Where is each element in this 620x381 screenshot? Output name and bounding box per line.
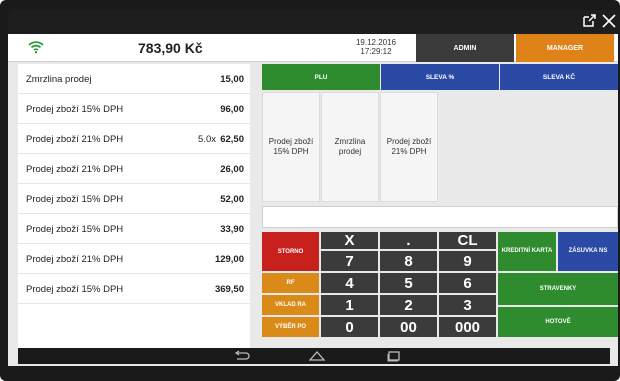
- key-7[interactable]: 7: [321, 251, 378, 271]
- external-link-icon[interactable]: [582, 14, 596, 28]
- receipt-row[interactable]: Prodej zboží 21% DPH 26,00: [18, 154, 250, 184]
- key-00[interactable]: 00: [380, 317, 437, 337]
- key-0[interactable]: 0: [321, 317, 378, 337]
- android-navbar: [18, 348, 610, 364]
- item-price: 26,00: [220, 164, 244, 175]
- stravenky-button[interactable]: STRAVENKY: [498, 273, 618, 305]
- key-9[interactable]: 9: [439, 251, 496, 271]
- key-3[interactable]: 3: [439, 295, 496, 315]
- sleva-kc-tab[interactable]: SLEVA KČ: [500, 64, 618, 90]
- date: 19.12.2016: [355, 38, 397, 47]
- key-2[interactable]: 2: [380, 295, 437, 315]
- zasuvka-ns-button[interactable]: ZÁSUVKA NS: [558, 232, 618, 271]
- item-name: Prodej zboží 21% DPH: [26, 254, 124, 265]
- key-x[interactable]: X: [321, 232, 378, 249]
- amount-input[interactable]: [262, 206, 618, 228]
- item-name: Prodej zboží 15% DPH: [26, 224, 124, 235]
- item-price: 62,50: [220, 134, 244, 145]
- sleva-percent-tab[interactable]: SLEVA %: [381, 64, 499, 90]
- wifi-icon: [28, 40, 44, 59]
- manager-button[interactable]: MANAGER: [516, 34, 614, 62]
- home-icon[interactable]: [308, 350, 326, 362]
- close-icon[interactable]: [602, 14, 616, 28]
- receipt-row[interactable]: Zmrzlina prodej 15,00: [18, 64, 250, 94]
- product-button[interactable]: Zmrzlina prodej: [321, 92, 379, 202]
- receipt-row[interactable]: Prodej zboží 15% DPH 369,50: [18, 274, 250, 304]
- receipt-row[interactable]: Prodej zboží 21% DPH 5.0x 62,50: [18, 124, 250, 154]
- recents-icon[interactable]: [385, 350, 403, 362]
- back-icon[interactable]: [233, 350, 251, 362]
- item-price: 96,00: [220, 104, 244, 115]
- product-button[interactable]: Prodej zboží 21% DPH: [380, 92, 438, 202]
- keypad: STORNO RF VKLAD RA VÝBĚR PO X . CL 7 8 9…: [262, 232, 618, 348]
- item-price: 33,90: [220, 224, 244, 235]
- item-price: 52,00: [220, 194, 244, 205]
- key-4[interactable]: 4: [321, 273, 378, 293]
- kreditni-karta-button[interactable]: KREDITNÍ KARTA: [498, 232, 556, 271]
- datetime: 19.12.2016 17:29:12: [338, 38, 414, 56]
- key-5[interactable]: 5: [380, 273, 437, 293]
- receipt-row[interactable]: Prodej zboží 15% DPH 52,00: [18, 184, 250, 214]
- product-grid: Prodej zboží 15% DPH Zmrzlina prodej Pro…: [262, 92, 618, 202]
- total-amount: 783,90 Kč: [138, 40, 203, 56]
- window-controls: [582, 14, 616, 28]
- vyber-button[interactable]: VÝBĚR PO: [262, 317, 319, 337]
- plu-tab[interactable]: PLU: [262, 64, 380, 90]
- vklad-button[interactable]: VKLAD RA: [262, 295, 319, 315]
- receipt-row[interactable]: Prodej zboží 21% DPH 129,00: [18, 244, 250, 274]
- control-panel: PLU SLEVA % SLEVA KČ Prodej zboží 15% DP…: [262, 64, 618, 349]
- product-button[interactable]: Prodej zboží 15% DPH: [262, 92, 320, 202]
- device-frame: 783,90 Kč 19.12.2016 17:29:12 ADMIN MANA…: [0, 0, 620, 381]
- receipt-row[interactable]: Prodej zboží 15% DPH 33,90: [18, 214, 250, 244]
- item-name: Zmrzlina prodej: [26, 74, 92, 85]
- top-bar: 783,90 Kč 19.12.2016 17:29:12 ADMIN MANA…: [8, 34, 618, 62]
- time: 17:29:12: [360, 47, 392, 56]
- receipt-list: Zmrzlina prodej 15,00 Prodej zboží 15% DP…: [18, 64, 250, 349]
- item-name: Prodej zboží 21% DPH: [26, 134, 124, 145]
- rf-button[interactable]: RF: [262, 273, 319, 293]
- key-1[interactable]: 1: [321, 295, 378, 315]
- hotove-button[interactable]: HOTOVĚ: [498, 307, 618, 337]
- item-price: 129,00: [214, 254, 244, 265]
- storno-button[interactable]: STORNO: [262, 232, 319, 271]
- receipt-row[interactable]: Prodej zboží 15% DPH 96,00: [18, 94, 250, 124]
- key-cl[interactable]: CL: [439, 232, 496, 249]
- item-name: Prodej zboží 15% DPH: [26, 104, 124, 115]
- key-000[interactable]: 000: [439, 317, 496, 337]
- item-qty: 5.0x: [198, 134, 216, 145]
- item-name: Prodej zboží 15% DPH: [26, 194, 124, 205]
- item-price: 369,50: [214, 284, 244, 295]
- item-name: Prodej zboží 21% DPH: [26, 164, 124, 175]
- item-price: 15,00: [220, 74, 244, 85]
- key-6[interactable]: 6: [439, 273, 496, 293]
- window-titlebar: [8, 10, 620, 36]
- admin-button[interactable]: ADMIN: [416, 34, 514, 62]
- key-dot[interactable]: .: [380, 232, 437, 249]
- key-8[interactable]: 8: [380, 251, 437, 271]
- item-name: Prodej zboží 15% DPH: [26, 284, 124, 295]
